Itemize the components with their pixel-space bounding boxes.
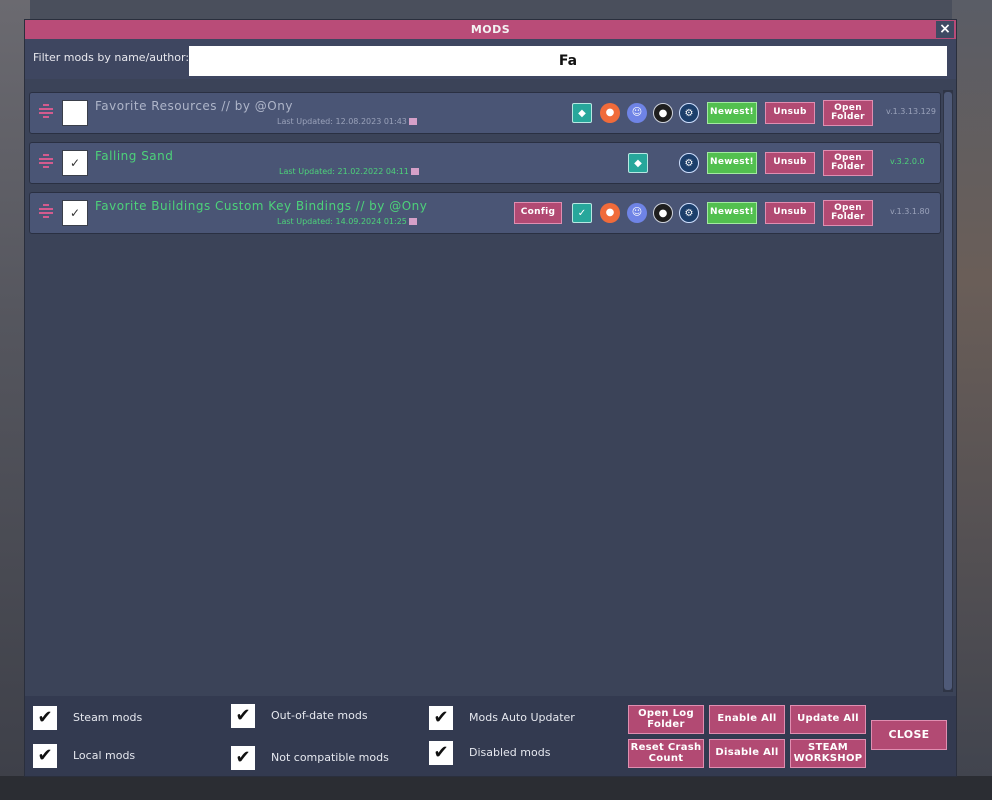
mod-row: Favorite Resources // by @Ony Last Updat… [29,92,941,134]
github-icon[interactable]: ● [653,203,673,223]
steam-icon[interactable]: ⚙ [679,203,699,223]
filter-label: Filter mods by name/author: [33,51,190,64]
last-updated: Last Updated: 12.08.2023 01:43 [277,117,417,126]
checkbox-mods-auto-updater[interactable]: ✔ [429,706,453,730]
mod-enabled-checkbox[interactable]: ✓ [62,150,88,176]
game-background-right [952,0,992,800]
enable-all-button[interactable]: Enable All [709,705,785,734]
unsub-button[interactable]: Unsub [765,152,815,174]
discord-icon[interactable]: ☺ [627,103,647,123]
scrollbar-thumb[interactable] [944,92,952,690]
mod-title: Favorite Resources // by @Ony [95,99,293,113]
drag-handle-icon[interactable] [36,204,56,222]
open-folder-button[interactable]: Open Folder [823,150,873,176]
mod-tag-icon[interactable]: ◆ [572,103,592,123]
game-background-bottom [0,776,992,800]
mod-list: Favorite Resources // by @Ony Last Updat… [25,88,943,696]
edit-icon [408,118,417,125]
mod-version: v.3.2.0.0 [890,157,925,166]
steam-workshop-button[interactable]: STEAM WORKSHOP [790,739,866,768]
mod-title: Favorite Buildings Custom Key Bindings /… [95,199,428,213]
steam-icon[interactable]: ⚙ [679,153,699,173]
open-log-folder-button[interactable]: Open Log Folder [628,705,704,734]
last-updated: Last Updated: 14.09.2024 01:25 [277,217,417,226]
close-icon[interactable]: × [936,21,954,38]
scrollbar[interactable] [943,90,953,692]
open-folder-button[interactable]: Open Folder [823,100,873,126]
checkbox-not-compatible-mods[interactable]: ✔ [231,746,255,770]
checkbox-local-mods[interactable]: ✔ [33,744,57,768]
unsub-button[interactable]: Unsub [765,102,815,124]
disable-all-button[interactable]: Disable All [709,739,785,768]
close-button[interactable]: CLOSE [871,720,947,750]
drag-handle-icon[interactable] [36,104,56,122]
option-label: Mods Auto Updater [469,711,575,724]
mod-row: ✓ Favorite Buildings Custom Key Bindings… [29,192,941,234]
mod-tag-icon[interactable]: ◆ [628,153,648,173]
mod-tag-check-icon[interactable]: ✓ [572,203,592,223]
option-label: Steam mods [73,711,143,724]
window-title: MODS [25,20,956,39]
patreon-icon[interactable]: ● [600,203,620,223]
mod-enabled-checkbox[interactable]: ✓ [62,200,88,226]
unsub-button[interactable]: Unsub [765,202,815,224]
last-updated: Last Updated: 21.02.2022 04:11 [279,167,419,176]
newest-button[interactable]: Newest! [707,152,757,174]
newest-button[interactable]: Newest! [707,202,757,224]
option-label: Disabled mods [469,746,551,759]
mod-version: v.1.3.13.129 [886,107,936,116]
filter-bar: Filter mods by name/author: [25,39,956,79]
checkbox-steam-mods[interactable]: ✔ [33,706,57,730]
patreon-icon[interactable]: ● [600,103,620,123]
mods-window: MODS × Filter mods by name/author: Favor… [25,20,956,776]
checkbox-disabled-mods[interactable]: ✔ [429,741,453,765]
mod-row: ✓ Falling Sand Last Updated: 21.02.2022 … [29,142,941,184]
steam-icon[interactable]: ⚙ [679,103,699,123]
edit-icon [408,218,417,225]
option-label: Local mods [73,749,136,762]
reset-crash-count-button[interactable]: Reset Crash Count [628,739,704,768]
drag-handle-icon[interactable] [36,154,56,172]
mod-enabled-checkbox[interactable] [62,100,88,126]
option-label: Out-of-date mods [271,709,368,722]
edit-icon [410,168,419,175]
mod-title: Falling Sand [95,149,174,163]
option-label: Not compatible mods [271,751,389,764]
config-button[interactable]: Config [514,202,562,224]
discord-icon[interactable]: ☺ [627,203,647,223]
open-folder-button[interactable]: Open Folder [823,200,873,226]
newest-button[interactable]: Newest! [707,102,757,124]
filter-input[interactable] [189,46,947,76]
mod-version: v.1.3.1.80 [890,207,930,216]
github-icon[interactable]: ● [653,103,673,123]
checkbox-out-of-date-mods[interactable]: ✔ [231,704,255,728]
footer-panel: ✔ Steam mods ✔ Local mods ✔ Out-of-date … [25,696,956,776]
update-all-button[interactable]: Update All [790,705,866,734]
